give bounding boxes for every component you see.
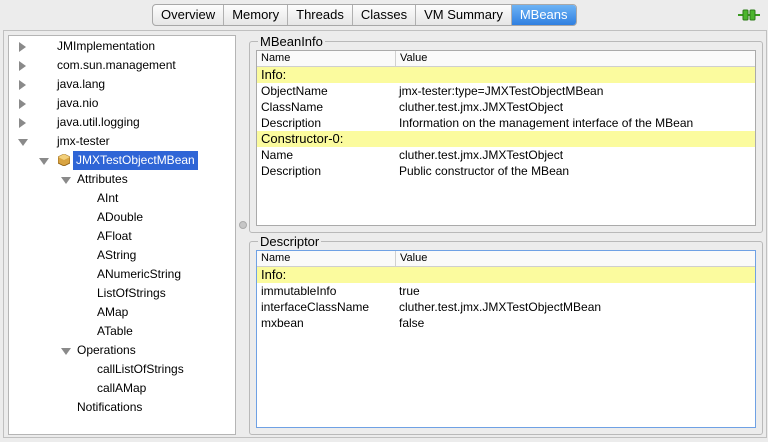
mbeaninfo-group: MBeanInfo Name Value Info: ObjectName jmx-… — [249, 34, 763, 233]
table-row[interactable]: mxbean false — [257, 315, 755, 331]
column-header-name[interactable]: Name — [257, 51, 290, 66]
table-header: Name Value — [257, 251, 755, 267]
column-header-name[interactable]: Name — [257, 251, 290, 266]
mbean-tree[interactable]: JMImplementation com.sun.management java… — [8, 35, 236, 435]
tree-leaf-attribute[interactable]: AFloat — [97, 227, 132, 246]
tree-leaf-attribute[interactable]: ATable — [97, 322, 133, 341]
collapse-arrow-icon[interactable] — [61, 177, 71, 184]
cell-name: ClassName — [261, 100, 324, 114]
expand-arrow-icon[interactable] — [19, 99, 26, 109]
cell-value: false — [399, 316, 425, 330]
tab-overview[interactable]: Overview — [153, 5, 225, 25]
cell-value: cluther.test.jmx.JMXTestObject — [399, 148, 564, 162]
tree-node-java-nio[interactable]: java.nio — [57, 94, 98, 113]
expand-arrow-icon[interactable] — [19, 118, 26, 128]
table-row[interactable]: Description Information on the management… — [257, 115, 755, 131]
descriptor-title: Descriptor — [258, 234, 322, 249]
cell-value: Information on the management interface … — [399, 116, 694, 130]
tree-leaf-attribute[interactable]: ListOfStrings — [97, 284, 166, 303]
cell-name: interfaceClassName — [261, 300, 370, 314]
tree-leaf-attribute[interactable]: AMap — [97, 303, 128, 322]
tab-threads[interactable]: Threads — [288, 5, 353, 25]
column-header-value[interactable]: Value — [395, 51, 427, 66]
table-row[interactable]: Name cluther.test.jmx.JMXTestObject — [257, 147, 755, 163]
table-row[interactable]: ClassName cluther.test.jmx.JMXTestObject — [257, 99, 755, 115]
tree-node-attributes[interactable]: Attributes — [77, 170, 128, 189]
mbeaninfo-table[interactable]: Name Value Info: ObjectName jmx-tester:typ… — [256, 50, 756, 226]
tree-leaf-operation[interactable]: callAMap — [97, 379, 146, 398]
tree-node-java-util-logging[interactable]: java.util.logging — [57, 113, 140, 132]
tree-leaf-attribute[interactable]: ADouble — [97, 208, 143, 227]
cell-value: Public constructor of the MBean — [399, 164, 570, 178]
cell-value: cluther.test.jmx.JMXTestObject — [399, 100, 564, 114]
mbeans-panel: JMImplementation com.sun.management java… — [3, 30, 767, 438]
collapse-arrow-icon[interactable] — [18, 139, 28, 146]
mbean-icon — [58, 154, 70, 166]
table-row[interactable]: ObjectName jmx-tester:type=JMXTestObjectM… — [257, 83, 755, 99]
cell-name: Info: — [261, 267, 287, 282]
cell-value: jmx-tester:type=JMXTestObjectMBean — [399, 84, 604, 98]
cell-value: true — [399, 284, 420, 298]
cell-name: Name — [261, 148, 294, 162]
tree-node-operations[interactable]: Operations — [77, 341, 136, 360]
cell-name: ObjectName — [261, 84, 328, 98]
table-row[interactable]: immutableInfo true — [257, 283, 755, 299]
table-section-row[interactable]: Info: — [257, 267, 755, 283]
tree-node-notifications[interactable]: Notifications — [77, 398, 142, 417]
table-row[interactable]: interfaceClassName cluther.test.jmx.JMXTe… — [257, 299, 755, 315]
tree-node-jmx-tester[interactable]: jmx-tester — [57, 132, 110, 151]
cell-name: Description — [261, 116, 322, 130]
tab-memory[interactable]: Memory — [224, 5, 289, 25]
expand-arrow-icon[interactable] — [19, 42, 26, 52]
cell-value: cluther.test.jmx.JMXTestObjectMBean — [399, 300, 602, 314]
tab-bar: Overview Memory Threads Classes VM Summa… — [152, 4, 577, 26]
connected-plug-icon[interactable] — [738, 8, 760, 22]
tree-leaf-attribute[interactable]: ANumericString — [97, 265, 181, 284]
tab-mbeans[interactable]: MBeans — [511, 5, 576, 25]
table-row[interactable]: Description Public constructor of the MBe… — [257, 163, 755, 179]
descriptor-group: Descriptor Name Value Info: immutableInfo… — [249, 234, 763, 435]
column-header-value[interactable]: Value — [395, 251, 427, 266]
tab-vm-summary[interactable]: VM Summary — [416, 5, 512, 25]
tree-leaf-operation[interactable]: callListOfStrings — [97, 360, 184, 379]
mbeaninfo-title: MBeanInfo — [258, 34, 325, 49]
cell-name: Constructor-0: — [261, 131, 344, 146]
tree-leaf-attribute[interactable]: AInt — [97, 189, 118, 208]
expand-arrow-icon[interactable] — [19, 80, 26, 90]
tree-node-jmimplementation[interactable]: JMImplementation — [57, 37, 155, 56]
tree-leaf-attribute[interactable]: AString — [97, 246, 136, 265]
table-header: Name Value — [257, 51, 755, 67]
split-pane-divider[interactable] — [239, 221, 247, 229]
cell-name: mxbean — [261, 316, 304, 330]
table-section-row[interactable]: Constructor-0: — [257, 131, 755, 147]
table-section-row[interactable]: Info: — [257, 67, 755, 83]
collapse-arrow-icon[interactable] — [39, 158, 49, 165]
tab-classes[interactable]: Classes — [353, 5, 417, 25]
tree-node-java-lang[interactable]: java.lang — [57, 75, 105, 94]
tree-node-jmxtestobjectmbean[interactable]: JMXTestObjectMBean — [73, 151, 198, 170]
collapse-arrow-icon[interactable] — [61, 348, 71, 355]
expand-arrow-icon[interactable] — [19, 61, 26, 71]
descriptor-table[interactable]: Name Value Info: immutableInfo true interfa… — [256, 250, 756, 428]
cell-name: Info: — [261, 67, 287, 82]
tree-node-com-sun-management[interactable]: com.sun.management — [57, 56, 176, 75]
cell-name: immutableInfo — [261, 284, 337, 298]
cell-name: Description — [261, 164, 322, 178]
